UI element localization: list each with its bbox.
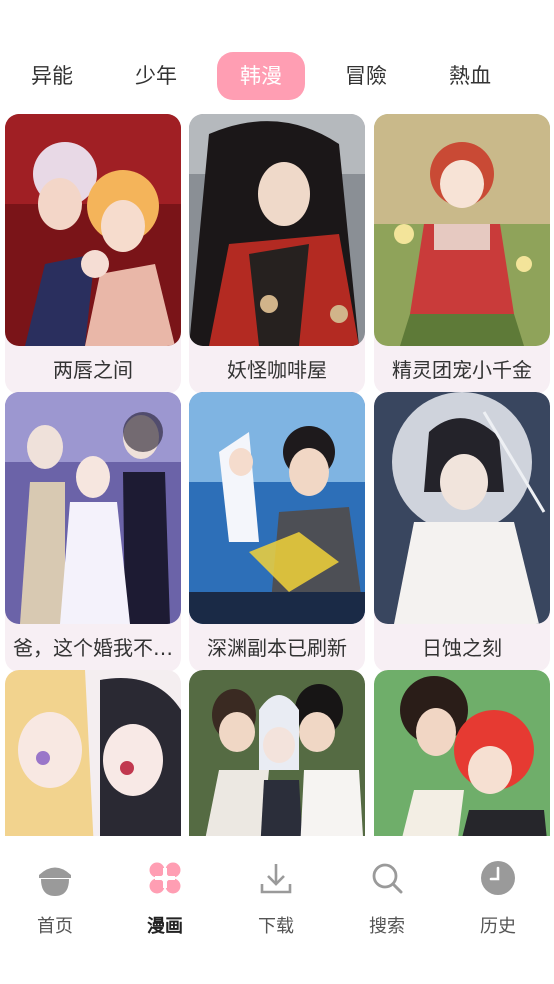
comic-card[interactable] [5, 670, 181, 836]
comic-cover-image[interactable] [189, 392, 365, 624]
cover-illustration [189, 392, 365, 624]
cover-illustration [5, 392, 181, 624]
nav-history-label: 历史 [480, 916, 516, 937]
comic-card[interactable] [374, 670, 550, 836]
nav-home[interactable]: 首页 [0, 858, 110, 948]
tab-youth[interactable]: 少年 [104, 52, 208, 100]
comic-title[interactable]: 两唇之间 [5, 346, 181, 394]
comic-card[interactable]: 深渊副本已刷新 [189, 392, 365, 672]
comic-title[interactable]: 日蚀之刻 [374, 624, 550, 672]
comic-card[interactable]: 两唇之间 [5, 114, 181, 394]
cover-illustration [374, 114, 550, 346]
clock-history-icon [481, 861, 515, 895]
comic-card[interactable]: 日蚀之刻 [374, 392, 550, 672]
comic-cover-image[interactable] [374, 114, 550, 346]
comic-cover-image[interactable] [374, 670, 550, 836]
category-tabs: 异能 少年 韩漫 冒險 熱血 [0, 52, 554, 104]
tab-adventure[interactable]: 冒險 [314, 52, 418, 100]
search-icon [372, 863, 403, 894]
tab-korean-comics[interactable]: 韩漫 [217, 52, 305, 100]
comic-title[interactable]: 妖怪咖啡屋 [189, 346, 365, 394]
comic-card[interactable]: 精灵团宠小千金 [374, 114, 550, 394]
comic-cover-image[interactable] [189, 670, 365, 836]
comic-cover-image[interactable] [5, 392, 181, 624]
nav-download[interactable]: 下载 [221, 858, 331, 948]
bottom-navigation: 首页 漫画 下载 搜索 历史 [0, 836, 554, 984]
comic-card[interactable]: 妖怪咖啡屋 [189, 114, 365, 394]
clover-grid-icon [149, 862, 181, 894]
cover-illustration [374, 670, 550, 836]
nav-search[interactable]: 搜索 [332, 858, 442, 948]
nav-history[interactable]: 历史 [443, 858, 553, 948]
tab-superpower[interactable]: 异能 [0, 52, 104, 100]
comic-title[interactable]: 爸，这个婚我不… [5, 624, 181, 672]
comic-cover-image[interactable] [374, 392, 550, 624]
acorn-home-icon [39, 867, 71, 896]
cover-illustration [5, 114, 181, 346]
comic-grid: 两唇之间 妖怪咖啡屋 精灵团宠小千金 爸，这个婚我不… 深渊副本已刷新 日蚀之刻 [0, 114, 554, 836]
comic-card[interactable] [189, 670, 365, 836]
comic-cover-image[interactable] [5, 670, 181, 836]
nav-search-label: 搜索 [369, 916, 405, 937]
tab-hot-blooded[interactable]: 熱血 [418, 52, 522, 100]
cover-illustration [189, 114, 365, 346]
cover-illustration [374, 392, 550, 624]
nav-download-label: 下载 [258, 916, 294, 937]
nav-home-label: 首页 [37, 916, 73, 937]
comic-card[interactable]: 爸，这个婚我不… [5, 392, 181, 672]
nav-comics-label: 漫画 [147, 916, 183, 937]
comic-title[interactable]: 深渊副本已刷新 [189, 624, 365, 672]
cover-illustration [5, 670, 181, 836]
download-icon [260, 864, 292, 894]
comic-cover-image[interactable] [5, 114, 181, 346]
comic-cover-image[interactable] [189, 114, 365, 346]
cover-illustration [189, 670, 365, 836]
nav-comics[interactable]: 漫画 [110, 858, 220, 948]
comic-title[interactable]: 精灵团宠小千金 [374, 346, 550, 394]
